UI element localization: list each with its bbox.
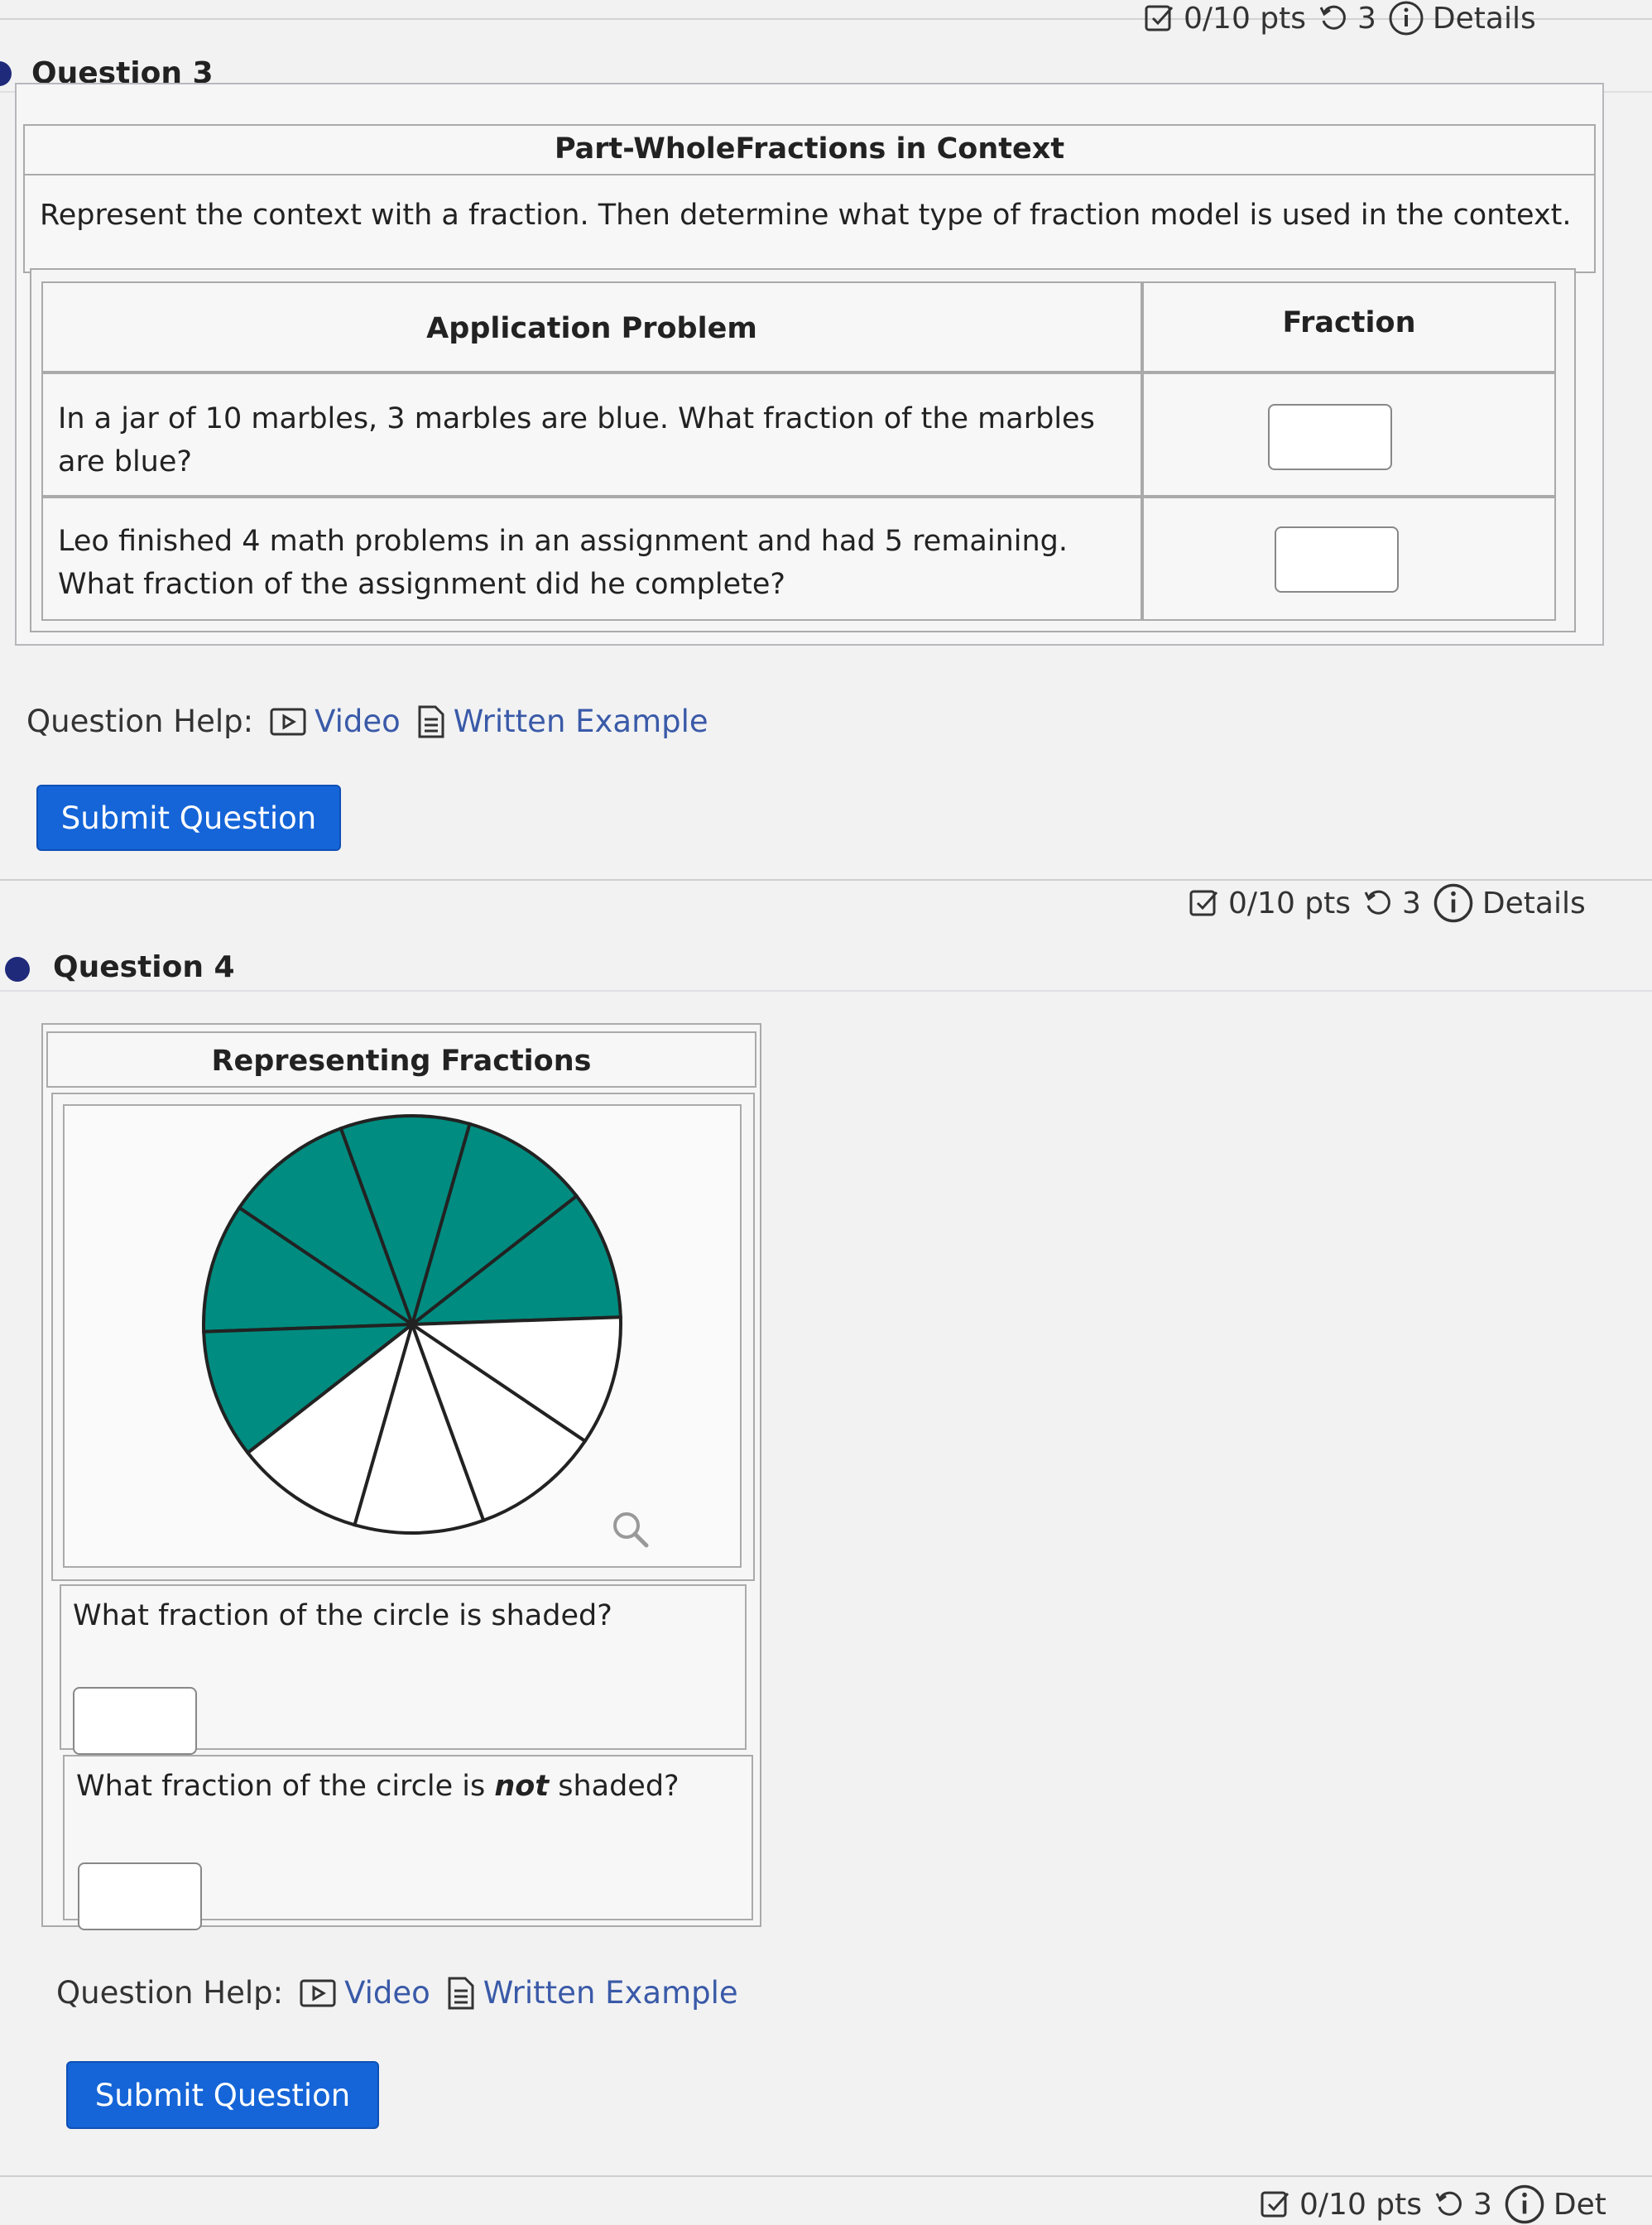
question-3-meta: 0/10 pts 3 Details [1144,0,1536,36]
table-title: Part-WholeFractions in Context [23,124,1596,175]
details-link[interactable]: Det [1504,2184,1606,2225]
document-icon [447,1976,475,2011]
retry-icon [1318,2,1349,34]
table-row-fraction-1 [1142,372,1556,497]
checkbox-icon [1260,2189,1291,2220]
submit-question-3-button[interactable]: Submit Question [36,785,341,851]
video-link[interactable]: Video [300,1975,430,2011]
retry-icon [1362,887,1394,919]
document-icon [417,704,445,739]
column-header-fraction: Fraction [1142,281,1556,372]
question-4-container: Representing Fractions What fraction of … [41,1023,761,1930]
video-icon [270,708,306,736]
zoom-icon[interactable] [611,1510,651,1550]
video-link[interactable]: Video [270,704,401,739]
details-link[interactable]: Details [1433,882,1586,924]
instructions-text: Represent the context with a fraction. T… [23,174,1596,273]
retry-icon [1433,2189,1465,2220]
shaded-fraction-input[interactable] [73,1687,197,1755]
attempts-indicator: 3 [1433,2188,1492,2222]
video-icon [300,1979,336,2007]
column-header-problem: Application Problem [41,281,1142,372]
fraction-circle [202,1114,622,1535]
question-3-help: Question Help: Video Written Example [26,704,708,739]
checkbox-icon [1189,887,1220,919]
table-title: Representing Fractions [46,1031,756,1088]
points-indicator: 0/10 pts [1189,887,1351,920]
not-shaded-fraction-input[interactable] [78,1862,202,1930]
question-4-title: Question 4 [53,950,235,984]
info-icon [1433,882,1474,924]
prompt-not-shaded: What fraction of the circle is not shade… [76,1770,680,1803]
question-bullet [5,957,30,982]
info-icon [1388,0,1424,36]
table-row-problem-1: In a jar of 10 marbles, 3 marbles are bl… [41,372,1142,497]
written-example-link[interactable]: Written Example [447,1975,738,2011]
prompt-shaded: What fraction of the circle is shaded? [73,1599,612,1632]
problems-table: Application Problem Fraction In a jar of… [30,268,1576,632]
question-4-help: Question Help: Video Written Example [56,1975,738,2011]
prompt-not-shaded-cell: What fraction of the circle is not shade… [63,1755,753,1930]
attempts-indicator: 3 [1318,2,1376,36]
table-row-fraction-2 [1142,497,1556,621]
question-5-meta: 0/10 pts 3 Det [1260,2184,1606,2225]
submit-question-4-button[interactable]: Submit Question [66,2061,379,2129]
points-indicator: 0/10 pts [1260,2188,1422,2222]
details-link[interactable]: Details [1388,0,1536,36]
written-example-link[interactable]: Written Example [417,704,708,739]
pie-figure-frame [63,1104,742,1568]
checkbox-icon [1144,2,1175,34]
question-3-container: Part-WholeFractions in Context Represent… [15,83,1604,646]
fraction-input-1[interactable] [1268,404,1392,470]
table-row-problem-2: Leo finished 4 math problems in an assig… [41,497,1142,621]
prompt-shaded-cell: What fraction of the circle is shaded? [60,1584,747,1755]
question-4-meta: 0/10 pts 3 Details [1189,882,1586,924]
fraction-input-2[interactable] [1275,526,1399,593]
info-icon [1504,2184,1545,2225]
attempts-indicator: 3 [1362,887,1421,920]
question-bullet [0,61,12,86]
points-indicator: 0/10 pts [1144,2,1306,36]
pie-figure-cell [51,1093,755,1581]
